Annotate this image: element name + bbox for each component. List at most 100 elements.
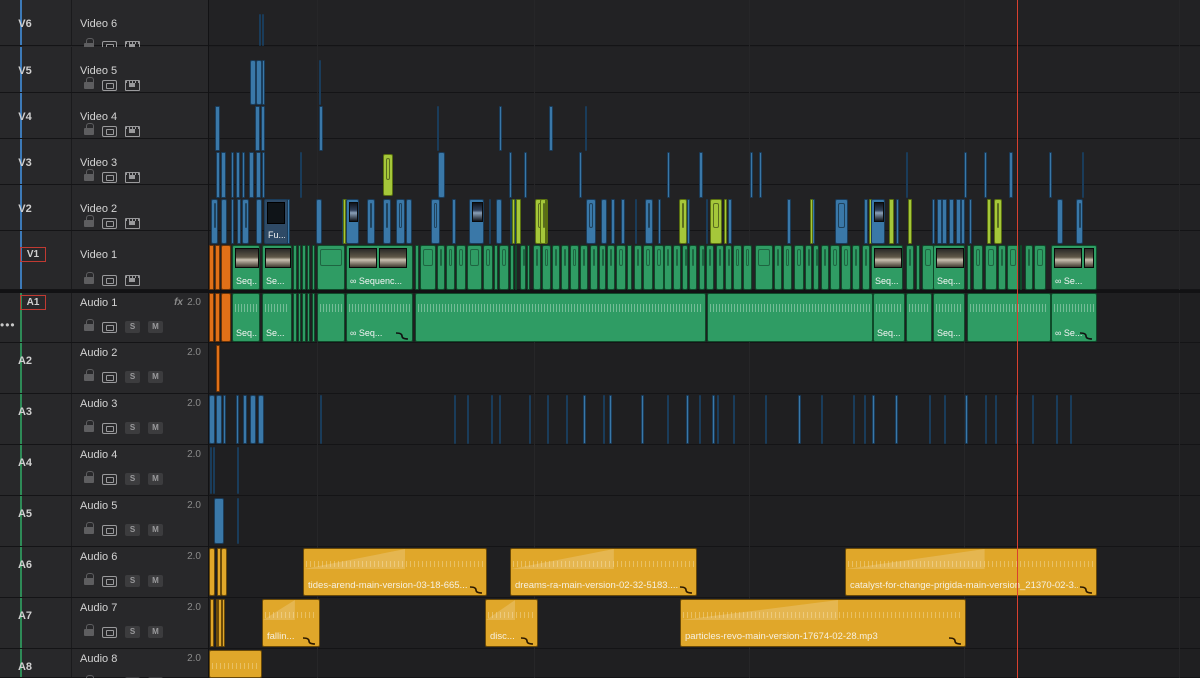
a3-clip[interactable] (733, 395, 735, 444)
a1-orange-clip[interactable] (209, 293, 214, 342)
v1-clip[interactable] (317, 245, 345, 290)
v1-clip[interactable] (794, 245, 804, 290)
a4-clip[interactable] (237, 447, 239, 494)
v2-clip[interactable] (452, 199, 456, 244)
a3-clip[interactable] (583, 395, 586, 444)
v1-clip[interactable] (841, 245, 851, 290)
v1-clip[interactable] (510, 245, 514, 290)
a3-clip[interactable] (853, 395, 855, 444)
v2-clip[interactable] (787, 199, 791, 244)
mute-button[interactable]: M (148, 524, 163, 536)
track-lane[interactable] (209, 496, 1200, 547)
v1-clip[interactable] (302, 245, 306, 290)
v2-clip[interactable] (431, 199, 440, 244)
mute-button[interactable]: M (148, 626, 163, 638)
a1-clip[interactable] (415, 293, 706, 342)
v1-clip[interactable] (654, 245, 664, 290)
v1-clip[interactable] (627, 245, 632, 290)
v2-clip[interactable] (611, 199, 615, 244)
v1-clip[interactable] (643, 245, 653, 290)
track-header-v4[interactable]: V4 Video 4 (0, 93, 208, 139)
v1-orange-clip[interactable] (221, 245, 231, 290)
a3-clip[interactable] (454, 395, 456, 444)
lock-icon[interactable] (84, 122, 94, 136)
v4-clip[interactable] (437, 106, 439, 151)
a3-clip[interactable] (216, 395, 222, 444)
v2-lime-clip[interactable] (994, 199, 1002, 244)
v2-clip[interactable] (635, 199, 637, 244)
a3-clip[interactable] (667, 395, 669, 444)
track-lane[interactable] (209, 93, 1200, 139)
v1-clip[interactable] (467, 245, 482, 290)
v1-clip[interactable] (682, 245, 688, 290)
track-header-a3[interactable]: A3 Audio 3 2.0 S M (0, 394, 208, 445)
track-name[interactable]: Audio 8 (80, 653, 117, 665)
v2-clip[interactable] (949, 199, 954, 244)
a3-clip[interactable] (765, 395, 767, 444)
a3-clip[interactable] (250, 395, 256, 444)
track-name[interactable]: Video 2 (80, 203, 117, 215)
a3-clip[interactable] (547, 395, 549, 444)
v1-clip[interactable] (1034, 245, 1046, 290)
v1-clip[interactable] (1020, 245, 1022, 290)
a3-clip[interactable] (243, 395, 247, 444)
solo-button[interactable]: S (125, 473, 140, 485)
track-header-a4[interactable]: A4 Audio 4 2.0 S M (0, 445, 208, 496)
v2-clip[interactable] (621, 199, 625, 244)
track-lane[interactable] (209, 343, 1200, 394)
v1-clip[interactable] (590, 245, 598, 290)
track-name[interactable]: Audio 2 (80, 347, 117, 359)
v1-clip[interactable] (437, 245, 445, 290)
v2-lime-clip[interactable] (889, 199, 894, 244)
v1-clip[interactable]: Seq... (232, 245, 260, 290)
v3-clip[interactable] (262, 152, 265, 198)
a1-orange-clip[interactable] (215, 293, 220, 342)
a3-clip[interactable] (985, 395, 987, 444)
a3-clip[interactable] (529, 395, 531, 444)
v1-clip[interactable]: ∞ Sequenc... (346, 245, 413, 290)
v2-clip[interactable] (687, 199, 690, 244)
v1-clip[interactable] (733, 245, 742, 290)
a3-clip[interactable] (609, 395, 612, 444)
v1-clip[interactable] (293, 245, 297, 290)
v2-clip[interactable] (864, 199, 868, 244)
v3-clip[interactable] (579, 152, 582, 198)
volume-curve-icon[interactable] (520, 633, 534, 645)
solo-button[interactable]: S (125, 321, 140, 333)
auto-track-select-icon[interactable] (102, 321, 117, 333)
v1-clip[interactable] (312, 245, 315, 290)
v1-clip[interactable] (998, 245, 1006, 290)
v3-clip[interactable] (524, 152, 527, 198)
v1-clip[interactable] (415, 245, 419, 290)
a3-clip[interactable] (467, 395, 469, 444)
v2-clip[interactable] (256, 199, 262, 244)
v1-clip[interactable] (852, 245, 860, 290)
v2-clip[interactable] (496, 199, 502, 244)
a7-clip[interactable]: particles-revo-main-version-17674-02-28.… (680, 599, 966, 647)
v1-clip[interactable] (1025, 245, 1033, 290)
track-lane[interactable] (209, 649, 1200, 678)
volume-curve-icon[interactable] (948, 633, 962, 645)
v3-lime-clip[interactable] (383, 154, 393, 196)
a1-clip[interactable]: Seq... (933, 293, 965, 342)
a1-clip[interactable]: Se... (262, 293, 292, 342)
v3-clip[interactable] (1082, 152, 1084, 198)
v6-clip[interactable] (262, 14, 264, 46)
v2-lime-clip[interactable] (545, 199, 547, 244)
track-lane[interactable] (209, 394, 1200, 445)
a1-clip[interactable]: Seq... (232, 293, 260, 342)
track-header-a7[interactable]: A7 Audio 7 2.0 S M (0, 598, 208, 649)
v3-clip[interactable] (236, 152, 240, 198)
v2-lime-clip[interactable] (679, 199, 687, 244)
a4-clip[interactable] (210, 447, 212, 494)
volume-curve-icon[interactable] (302, 633, 316, 645)
v1-clip[interactable] (862, 245, 870, 290)
track-header-a2[interactable]: A2 Audio 2 2.0 S M (0, 343, 208, 394)
video-enable-icon[interactable] (125, 79, 140, 91)
track-header-v3[interactable]: V3 Video 3 (0, 139, 208, 185)
a3-clip[interactable] (995, 395, 997, 444)
auto-track-select-icon[interactable] (102, 422, 117, 434)
track-header-v6[interactable]: V6 Video 6 (0, 0, 208, 52)
volume-curve-icon[interactable] (395, 328, 409, 340)
v1-clip[interactable] (706, 245, 714, 290)
